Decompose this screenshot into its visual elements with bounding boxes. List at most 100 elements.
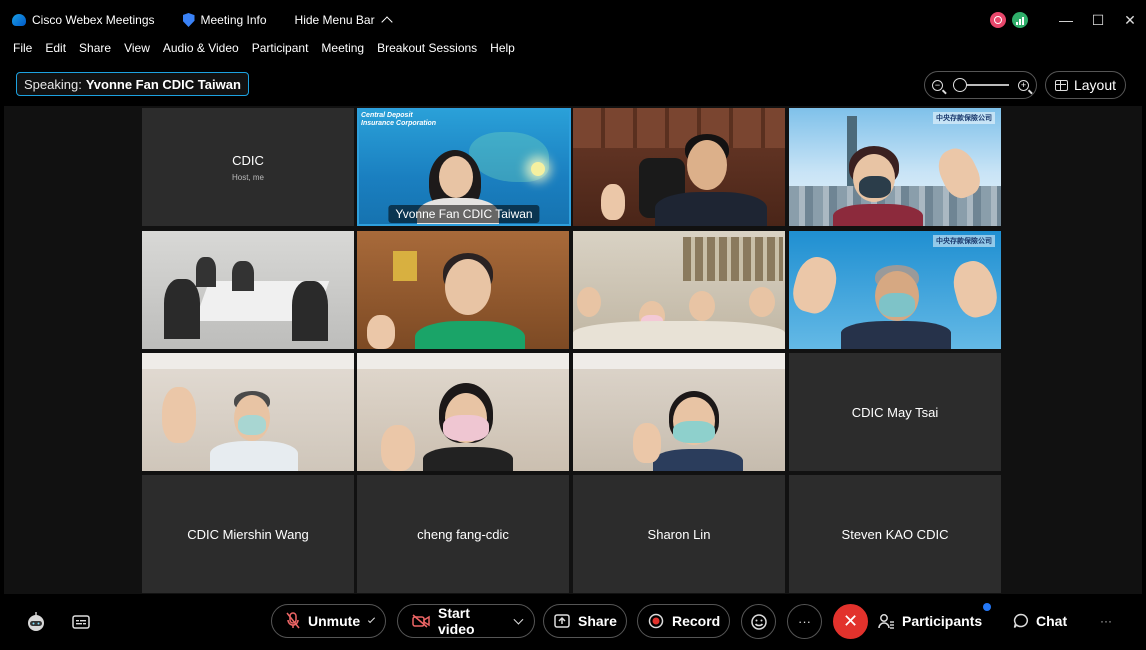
participant-name: CDIC May Tsai xyxy=(851,404,939,420)
participant-tile-yvonne[interactable]: Central Deposit Insurance Corporation Yv… xyxy=(357,108,571,226)
menu-participant[interactable]: Participant xyxy=(252,41,309,55)
grid-layout-icon xyxy=(1054,79,1068,91)
waving-hand xyxy=(633,423,661,463)
app-title: Cisco Webex Meetings xyxy=(12,13,155,27)
zoom-slider[interactable] xyxy=(953,78,1009,92)
video-feed xyxy=(573,108,785,226)
face-mask xyxy=(443,415,489,441)
leave-meeting-button[interactable]: ✕ xyxy=(833,604,868,639)
recording-indicator-icon[interactable] xyxy=(990,12,1006,28)
shield-icon xyxy=(182,13,195,27)
participant-tile-7[interactable] xyxy=(573,231,785,349)
group-bodies xyxy=(573,321,785,349)
video-feed xyxy=(142,231,354,349)
waving-hand xyxy=(367,315,395,349)
share-button[interactable]: Share xyxy=(543,604,627,638)
unmute-label: Unmute xyxy=(308,613,361,629)
maximize-button[interactable]: ☐ xyxy=(1082,0,1114,40)
participant-tile-6[interactable] xyxy=(357,231,569,349)
person-face xyxy=(749,287,775,317)
zoom-control: − + xyxy=(924,71,1037,99)
ceiling xyxy=(142,353,354,369)
speaking-label: Speaking: xyxy=(24,76,82,92)
ceiling xyxy=(573,353,785,369)
video-feed xyxy=(142,353,354,471)
face-mask xyxy=(879,293,915,317)
record-icon xyxy=(648,613,664,629)
waving-hand xyxy=(789,252,842,318)
participant-tile-8[interactable]: 中央存款保險公司 xyxy=(789,231,1001,349)
menu-help[interactable]: Help xyxy=(490,41,515,55)
menu-meeting[interactable]: Meeting xyxy=(321,41,364,55)
participant-role: Host, me xyxy=(231,172,264,182)
overflow-menu-button[interactable]: ··· xyxy=(1100,604,1112,638)
person-face xyxy=(689,291,715,321)
chat-button[interactable]: Chat xyxy=(1013,604,1067,638)
smiley-icon xyxy=(750,613,767,630)
participant-tile-miershin[interactable]: CDIC Miershin Wang xyxy=(142,475,354,593)
person-face xyxy=(445,259,491,315)
audio-options-chevron-icon[interactable] xyxy=(368,615,376,623)
tile-name-area: Sharon Lin xyxy=(573,475,785,593)
zoom-in-icon[interactable]: + xyxy=(1018,79,1029,91)
person-body xyxy=(423,447,513,471)
person-face xyxy=(577,287,601,317)
start-video-button[interactable]: Start video xyxy=(397,604,535,638)
app-name: Cisco Webex Meetings xyxy=(32,13,155,27)
menu-edit[interactable]: Edit xyxy=(45,41,66,55)
participant-tile-steven[interactable]: Steven KAO CDIC xyxy=(789,475,1001,593)
reactions-button[interactable] xyxy=(741,604,776,639)
waving-hand xyxy=(381,425,415,471)
meeting-info-button[interactable]: Meeting Info xyxy=(182,13,267,27)
participant-tile-10[interactable] xyxy=(357,353,569,471)
layout-button[interactable]: Layout xyxy=(1045,71,1126,99)
person-body xyxy=(164,279,200,339)
record-button[interactable]: Record xyxy=(637,604,730,638)
close-window-button[interactable]: ✕ xyxy=(1114,0,1146,40)
title-bar-right: — ☐ ✕ xyxy=(990,0,1146,40)
video-feed: 中央存款保險公司 xyxy=(789,108,1001,226)
participant-tile-5[interactable] xyxy=(142,231,354,349)
person-body xyxy=(415,321,525,349)
network-health-icon[interactable] xyxy=(1012,12,1028,28)
hide-menu-bar-button[interactable]: Hide Menu Bar xyxy=(295,13,393,28)
video-stage: CDIC Host, me Central Deposit Insurance … xyxy=(4,106,1142,594)
menu-file[interactable]: File xyxy=(13,41,32,55)
participant-name: cheng fang-cdic xyxy=(417,526,509,542)
meeting-info-label: Meeting Info xyxy=(200,13,267,27)
chat-label: Chat xyxy=(1036,613,1068,629)
participant-tile-3[interactable] xyxy=(573,108,785,226)
picture-frame xyxy=(393,251,417,281)
participant-tile-sharon[interactable]: Sharon Lin xyxy=(573,475,785,593)
participant-tile-4[interactable]: 中央存款保險公司 xyxy=(789,108,1001,226)
more-options-button[interactable]: ··· xyxy=(787,604,822,639)
speaker-name: Yvonne Fan CDIC Taiwan xyxy=(85,76,241,92)
participant-tile-cheng[interactable]: cheng fang-cdic xyxy=(357,475,569,593)
active-speaker-indicator: Speaking: Yvonne Fan CDIC Taiwan xyxy=(16,72,249,96)
minimize-button[interactable]: — xyxy=(1050,0,1082,40)
video-options-chevron-icon[interactable] xyxy=(513,614,524,624)
participants-button[interactable]: Participants xyxy=(878,604,982,638)
menu-view[interactable]: View xyxy=(124,41,150,55)
participant-tile-cdic-host[interactable]: CDIC Host, me xyxy=(142,108,354,226)
tile-name-area: cheng fang-cdic xyxy=(357,475,569,593)
person-body xyxy=(210,441,298,471)
person-body xyxy=(655,192,767,226)
video-off-icon xyxy=(412,614,430,628)
person-body xyxy=(653,449,743,471)
participant-tile-may-tsai[interactable]: CDIC May Tsai xyxy=(789,353,1001,471)
participant-tile-9[interactable] xyxy=(142,353,354,471)
unmute-button[interactable]: Unmute xyxy=(271,604,386,638)
menu-audio-video[interactable]: Audio & Video xyxy=(163,41,239,55)
menu-share[interactable]: Share xyxy=(79,41,111,55)
menu-breakout-sessions[interactable]: Breakout Sessions xyxy=(377,41,477,55)
zoom-slider-handle[interactable] xyxy=(953,78,967,92)
zoom-out-icon[interactable]: − xyxy=(932,79,943,91)
waving-hand xyxy=(601,184,625,220)
closed-captions-icon[interactable] xyxy=(63,604,98,639)
video-feed xyxy=(573,231,785,349)
assistant-bot-icon[interactable] xyxy=(18,604,53,639)
face-mask xyxy=(673,421,715,443)
person-body xyxy=(232,261,254,291)
participant-tile-11[interactable] xyxy=(573,353,785,471)
